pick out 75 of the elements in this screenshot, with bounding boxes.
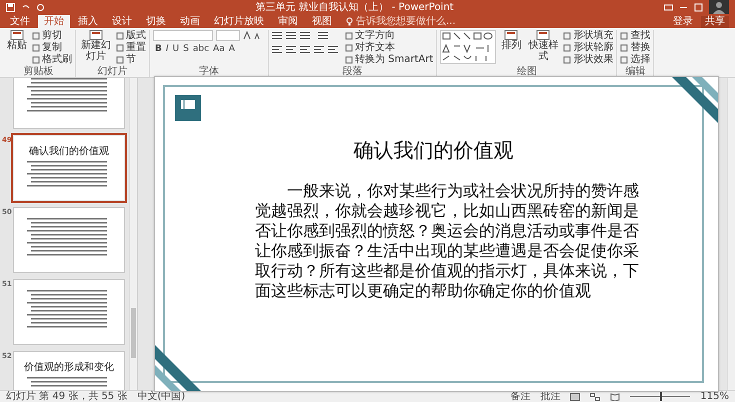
font-name-field[interactable] xyxy=(153,30,213,41)
maximize-icon[interactable] xyxy=(694,2,703,12)
ribbon-options-icon[interactable] xyxy=(664,2,673,12)
group-label: 字体 xyxy=(198,66,220,77)
ribbon-tab[interactable]: 动画 xyxy=(174,15,206,28)
format-button[interactable]: B xyxy=(153,43,164,55)
lightbulb-icon[interactable] xyxy=(346,17,353,26)
slide-thumbnail[interactable] xyxy=(14,280,124,344)
ribbon-button[interactable]: 转换为 SmartArt xyxy=(345,54,434,66)
format-button[interactable]: I xyxy=(164,43,171,55)
corner-stripes-drawing xyxy=(155,345,201,391)
window-title: 第三单元 就业自我认知（上） - PowerPoint xyxy=(254,0,455,14)
ribbon-button[interactable]: 快速样式 xyxy=(526,30,560,62)
zoom-slider-thumb[interactable] xyxy=(660,392,662,401)
ribbon-button[interactable]: 选择 xyxy=(620,54,650,66)
slide-thumbnail[interactable]: 价值观的形成和变化 xyxy=(14,352,124,390)
tell-me-field[interactable]: 告诉我您想要做什么... xyxy=(346,15,456,28)
group-label: 段落 xyxy=(342,66,364,77)
scrollbar[interactable] xyxy=(727,78,735,390)
reading-view-icon[interactable] xyxy=(610,392,620,400)
ribbon-button[interactable]: 形状轮廓 xyxy=(563,42,614,54)
bookmark-icon xyxy=(175,95,201,121)
ribbon-button[interactable]: 形状效果 xyxy=(563,54,614,66)
avatar-icon[interactable] xyxy=(709,0,729,14)
ribbon-tab[interactable]: 切换 xyxy=(140,15,172,28)
redo-icon[interactable] xyxy=(36,2,45,12)
ribbon-button[interactable]: 替换 xyxy=(620,42,650,54)
share-button[interactable]: 共享 xyxy=(701,16,729,28)
ribbon-tab[interactable]: 设计 xyxy=(106,15,138,28)
ribbon-tab[interactable]: 视图 xyxy=(306,15,338,28)
group-label: 编辑 xyxy=(624,66,646,77)
sign-in-link[interactable]: 登录 xyxy=(673,15,693,28)
font-size-field[interactable] xyxy=(216,30,240,41)
command-icon[interactable] xyxy=(89,30,103,40)
ribbon-button[interactable]: 查找 xyxy=(620,30,650,42)
format-button[interactable]: U xyxy=(170,43,182,55)
ribbon-tab[interactable]: 文件 xyxy=(4,15,36,28)
ribbon-tab[interactable]: 审阅 xyxy=(272,15,304,28)
sorter-view-icon[interactable] xyxy=(590,392,600,400)
ribbon-button[interactable]: 重置 xyxy=(116,42,146,54)
format-button[interactable]: A xyxy=(226,43,237,55)
ribbon-button[interactable]: 新建幻灯片 xyxy=(79,30,113,62)
ribbon-button[interactable]: 版式 xyxy=(116,30,146,42)
group-label: 剪贴板 xyxy=(22,66,54,77)
ribbon-button[interactable]: 复制 xyxy=(32,42,72,54)
save-icon[interactable] xyxy=(6,2,15,12)
slide-thumbnail[interactable] xyxy=(14,78,124,128)
command-icon[interactable] xyxy=(504,30,518,40)
ribbon-button[interactable]: 对齐文本 xyxy=(345,42,434,54)
ribbon-tab[interactable]: 开始 xyxy=(38,15,70,28)
ribbon-button[interactable]: 格式刷 xyxy=(32,54,72,66)
ribbon-tab[interactable]: 插入 xyxy=(72,15,104,28)
command-icon[interactable] xyxy=(10,30,24,40)
slide-thumbnail[interactable] xyxy=(14,208,124,272)
thumbnail-title: 价值观的形成和变化 xyxy=(24,362,114,374)
ribbon-button[interactable]: 节 xyxy=(116,54,146,66)
zoom-level[interactable]: 115% xyxy=(700,391,729,402)
group-label: 绘图 xyxy=(516,66,538,77)
ribbon-tab[interactable]: 幻灯片放映 xyxy=(208,15,270,28)
command-icon[interactable] xyxy=(536,30,550,40)
format-button[interactable]: Aa xyxy=(211,43,227,55)
slide-body-text: 一般来说，你对某些行为或社会状况所持的赞许感觉越强烈，你就会越珍视它，比如山西黑砖窑的新闻是否让你感到强烈的愤怒？奥运会的消息活动或事件是否让你感到振奋？生活中出现的某些遭遇是否会促使你采取行动？所有这些都是价值观的指示灯，具体来说，下面这些标志可以更确定的帮助你确定你的价值观 xyxy=(255,182,640,302)
corner-stripes-drawing xyxy=(672,77,718,123)
thumbnail-title: 确认我们的价值观 xyxy=(29,146,109,158)
scrollbar[interactable] xyxy=(129,78,137,390)
slide-title: 确认我们的价值观 xyxy=(354,139,514,164)
ribbon-button[interactable]: 排列 xyxy=(499,30,524,51)
format-button[interactable]: abc xyxy=(190,43,212,55)
group-label: 幻灯片 xyxy=(96,66,128,77)
slide-thumbnail[interactable]: 确认我们的价值观 xyxy=(14,136,124,200)
format-button[interactable]: S xyxy=(181,43,191,55)
normal-view-icon[interactable] xyxy=(570,392,580,400)
slide-count: 幻灯片 第 49 张，共 55 张 xyxy=(6,391,128,402)
ribbon-button[interactable]: 粘贴 xyxy=(5,30,29,51)
shapes-gallery-icon[interactable] xyxy=(440,30,496,64)
